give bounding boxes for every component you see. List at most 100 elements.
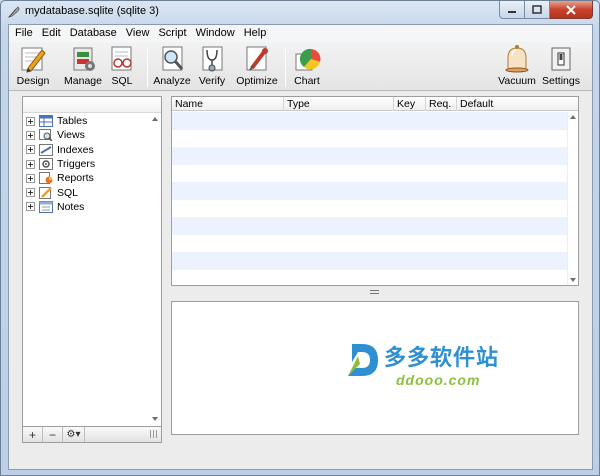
analyze-label: Analyze	[153, 75, 191, 87]
minimize-button[interactable]	[499, 1, 525, 19]
table-rows	[172, 112, 567, 286]
column-header-key[interactable]: Key	[394, 97, 426, 111]
menu-file[interactable]: File	[11, 25, 38, 42]
tree-item-reports[interactable]: Reports	[26, 171, 95, 185]
menu-help[interactable]: Help	[240, 25, 272, 42]
toolbar-separator	[147, 47, 148, 87]
pane-splitter[interactable]	[171, 288, 579, 297]
client-area: File Edit Database View Script Window He…	[8, 24, 593, 470]
table-row[interactable]	[172, 235, 567, 253]
design-label: Design	[16, 75, 50, 87]
view-icon	[39, 129, 53, 142]
menu-window[interactable]: Window	[192, 25, 240, 42]
close-button[interactable]	[550, 1, 593, 19]
settings-switch-icon	[551, 47, 571, 71]
analyze-button[interactable]: Analyze	[153, 44, 191, 90]
watermark-cn: 多多软件站	[384, 346, 500, 371]
table-row[interactable]	[172, 147, 567, 165]
settings-button[interactable]: Settings	[542, 44, 580, 90]
expand-icon[interactable]	[26, 173, 35, 183]
tree-item-views[interactable]: Views	[26, 128, 95, 142]
tree-label: Reports	[57, 172, 94, 185]
table-scrollbar[interactable]	[567, 112, 578, 285]
menu-edit[interactable]: Edit	[38, 25, 66, 42]
tree-scrollbar[interactable]	[150, 114, 161, 424]
menu-database[interactable]: Database	[66, 25, 122, 42]
tree-header	[23, 97, 161, 113]
magnifier-icon	[162, 46, 184, 71]
table-row[interactable]	[172, 182, 567, 200]
wrench-icon	[246, 46, 268, 71]
detail-panel: 多多软件站 ddooo.com	[171, 301, 579, 435]
table-row[interactable]	[172, 200, 567, 218]
table-row[interactable]	[172, 130, 567, 148]
gear-menu-button[interactable]: ⚙▾	[63, 427, 85, 442]
maximize-button[interactable]	[525, 1, 550, 19]
columns-table: Name Type Key Req. Default	[171, 96, 579, 286]
column-header-default[interactable]: Default	[457, 97, 567, 111]
expand-icon[interactable]	[26, 130, 35, 140]
table-row[interactable]	[172, 217, 567, 235]
menu-bar: File Edit Database View Script Window He…	[9, 25, 592, 42]
object-tree-panel: Tables Views Indexes Triggers Reports SQ…	[22, 96, 162, 443]
minimize-icon	[508, 10, 516, 13]
tree-item-tables[interactable]: Tables	[26, 114, 95, 128]
expand-icon[interactable]	[26, 188, 35, 198]
watermark-logo: 多多软件站 ddooo.com	[346, 340, 499, 388]
close-icon	[566, 4, 576, 15]
resize-grip[interactable]	[150, 430, 158, 438]
column-header-req[interactable]: Req.	[426, 97, 457, 111]
report-icon	[39, 172, 53, 185]
sql-icon	[39, 186, 52, 199]
chart-label: Chart	[294, 75, 320, 87]
table-row[interactable]	[172, 165, 567, 183]
pie-chart-icon	[295, 48, 321, 71]
manage-icon	[73, 47, 95, 71]
table-row[interactable]	[172, 270, 567, 286]
expand-icon[interactable]	[26, 159, 35, 169]
sql-glasses-icon	[111, 46, 132, 71]
chart-button[interactable]: Chart	[291, 44, 323, 90]
optimize-button[interactable]: Optimize	[235, 44, 279, 90]
design-button[interactable]: Design	[13, 44, 53, 90]
column-header-name[interactable]: Name	[172, 97, 284, 111]
window-title: mydatabase.sqlite (sqlite 3)	[25, 5, 159, 17]
manage-button[interactable]: Manage	[63, 44, 103, 90]
expand-icon[interactable]	[26, 145, 35, 155]
tree-item-sql[interactable]: SQL	[26, 185, 95, 199]
tree-item-triggers[interactable]: Triggers	[26, 157, 95, 171]
table-row[interactable]	[172, 112, 567, 130]
expand-icon[interactable]	[26, 116, 35, 126]
stethoscope-icon	[202, 46, 223, 72]
app-window: mydatabase.sqlite (sqlite 3) File Edit D…	[0, 0, 600, 476]
tree-item-notes[interactable]: Notes	[26, 200, 95, 214]
table-icon	[39, 115, 53, 128]
scroll-up-icon[interactable]	[570, 115, 576, 119]
bell-jar-icon	[505, 45, 529, 73]
scroll-down-icon[interactable]	[570, 278, 576, 282]
feather-app-icon	[7, 6, 20, 18]
tree-action-bar: + − ⚙▾	[22, 426, 162, 443]
tree-item-indexes[interactable]: Indexes	[26, 143, 95, 157]
tree-label: Views	[57, 129, 85, 142]
sql-button[interactable]: SQL	[107, 44, 137, 90]
column-header-type[interactable]: Type	[284, 97, 394, 111]
table-row[interactable]	[172, 252, 567, 270]
sql-label: SQL	[111, 75, 133, 87]
index-icon	[39, 143, 53, 156]
vacuum-button[interactable]: Vacuum	[498, 44, 536, 90]
object-tree: Tables Views Indexes Triggers Reports SQ…	[26, 114, 95, 214]
expand-icon[interactable]	[26, 202, 35, 212]
remove-button[interactable]: −	[43, 427, 63, 442]
title-bar[interactable]: mydatabase.sqlite (sqlite 3)	[1, 1, 599, 23]
notes-icon	[39, 200, 53, 213]
maximize-icon	[532, 4, 542, 14]
verify-button[interactable]: Verify	[196, 44, 228, 90]
scroll-down-icon[interactable]	[152, 417, 158, 421]
window-controls	[499, 1, 593, 19]
menu-view[interactable]: View	[122, 25, 155, 42]
menu-script[interactable]: Script	[154, 25, 191, 42]
scroll-up-icon[interactable]	[152, 117, 158, 121]
watermark-d-logo-icon	[348, 344, 378, 376]
add-button[interactable]: +	[23, 427, 43, 442]
